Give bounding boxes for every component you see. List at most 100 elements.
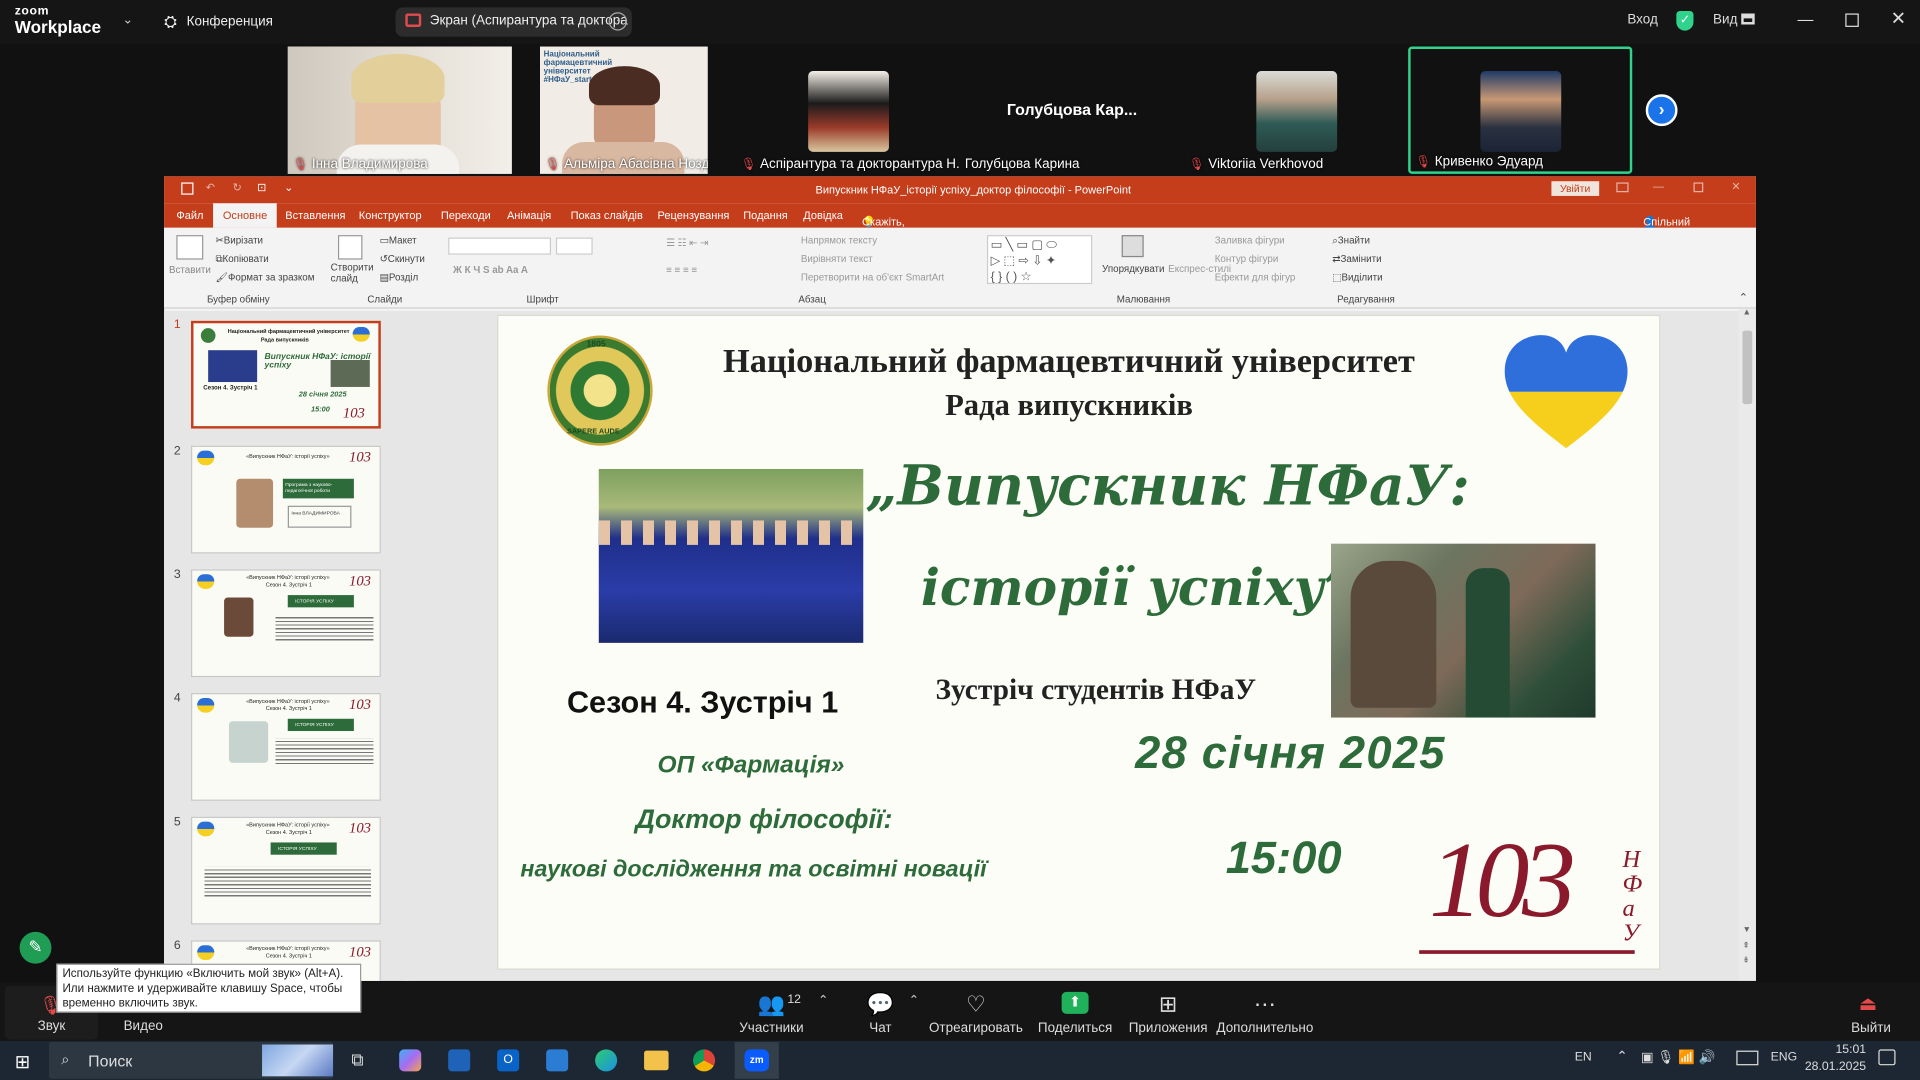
slide-thumbnail-1[interactable]: Національний фармацевтичний університет … [191, 320, 381, 429]
view-button[interactable]: Вид [1713, 12, 1737, 27]
shape-effects-button[interactable]: Ефекти для фігур [1215, 272, 1296, 283]
scroll-up-icon[interactable]: ▲ [1742, 309, 1750, 318]
login-button[interactable]: Вход [1627, 12, 1657, 27]
close-icon[interactable]: ✕ [1891, 7, 1906, 30]
ppt-minimize-icon[interactable]: — [1653, 180, 1664, 192]
vertical-scrollbar[interactable]: ▲ ▼ ⇞ ⇟ [1738, 308, 1756, 981]
file-explorer-icon[interactable] [644, 1050, 669, 1071]
react-button[interactable]: Отреагировать [921, 1021, 1031, 1036]
video-button[interactable]: Видео [88, 1019, 198, 1034]
font-size-box[interactable] [555, 237, 593, 255]
select-button[interactable]: ⬚ Виділити [1332, 272, 1382, 283]
scroll-thumb[interactable] [1742, 330, 1753, 405]
tab-home[interactable]: Основне [213, 203, 278, 228]
format-painter-button[interactable]: 🖌 Формат за зразком [216, 272, 315, 283]
minimize-icon[interactable]: — [1798, 10, 1814, 28]
next-page-arrow-icon[interactable]: › [1645, 94, 1678, 127]
tab-design[interactable]: Конструктор [359, 209, 422, 221]
save-icon[interactable] [181, 182, 194, 195]
new-slide-button[interactable]: Створити слайд [331, 262, 374, 284]
apps-button[interactable]: Приложения [1113, 1021, 1223, 1036]
reset-button[interactable]: ↺ Скинути [380, 253, 425, 264]
copilot-icon[interactable] [399, 1049, 422, 1072]
tab-transitions[interactable]: Переходи [441, 209, 491, 221]
participants-button[interactable]: Участники [716, 1021, 826, 1036]
signin-button[interactable]: Увійти [1551, 181, 1599, 196]
tab-view[interactable]: Подання [743, 209, 788, 221]
outlook-icon[interactable]: O [497, 1049, 520, 1072]
chevron-down-icon[interactable]: ⌄ [122, 13, 132, 26]
participant-tile[interactable]: Голубцова Кар... Голубцова Карина [960, 46, 1185, 174]
align-buttons[interactable]: ≡ ≡ ≡ ≡ [666, 264, 697, 275]
language-indicator[interactable]: EN [1575, 1051, 1592, 1064]
replace-button[interactable]: ⇄ Замінити [1332, 253, 1381, 264]
paste-icon[interactable] [176, 235, 204, 260]
smartart-button[interactable]: Перетворити на об'єкт SmartArt [801, 272, 944, 283]
participant-tile[interactable]: 🎙 Аспірантура та докторантура Н... [735, 46, 961, 174]
redo-icon[interactable]: ↻ [233, 181, 242, 194]
text-direction-button[interactable]: Напрямок тексту [801, 235, 877, 246]
tab-help[interactable]: Довідка [803, 209, 843, 221]
screen-share-indicator[interactable]: Экран (Аспирантура та доктора [395, 7, 632, 37]
scroll-down-icon[interactable]: ▼ [1742, 926, 1750, 935]
slide-thumbnail-4[interactable]: «Випускник НФаУ: історії успіху» Сезон 4… [191, 693, 381, 801]
tab-review[interactable]: Рецензування [658, 209, 730, 221]
security-shield-icon[interactable]: ✓ [1676, 11, 1694, 31]
notifications-icon[interactable] [1878, 1049, 1896, 1066]
list-buttons[interactable]: ☰ ☷ ⇤ ⇥ [666, 238, 708, 249]
shape-outline-button[interactable]: Контур фігури [1215, 253, 1279, 264]
store-icon[interactable] [448, 1049, 471, 1072]
align-text-button[interactable]: Вирівняти текст [801, 253, 873, 264]
teams-icon[interactable] [546, 1049, 569, 1072]
new-slide-icon[interactable] [337, 235, 363, 260]
keyboard-icon[interactable] [1736, 1050, 1759, 1066]
paste-button[interactable]: Вставити [169, 264, 211, 275]
section-button[interactable]: ▤ Розділ [380, 272, 419, 283]
ppt-close-icon[interactable]: ✕ [1731, 180, 1740, 193]
collapse-ribbon-icon[interactable]: ⌃ [1739, 291, 1748, 304]
current-slide[interactable]: 1805 SAPERE AUDE Національний фармацевти… [497, 314, 1661, 970]
next-slide-icon[interactable]: ⇟ [1742, 955, 1749, 965]
windows-start-icon[interactable]: ⊞ [15, 1051, 30, 1073]
chat-caret-icon[interactable]: ⌃ [909, 994, 919, 1007]
chat-button[interactable]: Чат [825, 1021, 935, 1036]
clock-date[interactable]: 28.01.2025 [1793, 1060, 1866, 1073]
more-button[interactable]: Дополнительно [1210, 1021, 1320, 1036]
more-icon[interactable]: ··· [608, 12, 627, 31]
ppt-restore-icon[interactable] [1693, 182, 1704, 193]
tab-insert[interactable]: Вставлення [285, 209, 345, 221]
participant-tile[interactable]: Національний фармацевтичний університет #… [540, 46, 708, 174]
clock-time[interactable]: 15:01 [1805, 1043, 1866, 1056]
copy-button[interactable]: ⧉ Копіювати [216, 253, 269, 265]
shape-fill-button[interactable]: Заливка фігури [1215, 235, 1285, 246]
tray-apps-icon[interactable]: ▣ 🎙 📶 🔊 [1641, 1049, 1716, 1066]
tab-animations[interactable]: Анімація [507, 209, 551, 221]
participant-tile-active[interactable]: 🎙 Кривенко Эдуард [1408, 46, 1633, 174]
restore-icon[interactable] [1845, 13, 1859, 27]
font-name-box[interactable] [448, 237, 552, 255]
font-style-buttons[interactable]: Ж К Ч S ab Aa A [453, 264, 528, 275]
annotation-pen-icon[interactable]: ✎ [19, 931, 52, 964]
chrome-icon[interactable] [693, 1049, 716, 1072]
slide-thumbnail-3[interactable]: «Випускник НФаУ: історії успіху» Сезон 4… [191, 569, 381, 678]
slide-thumbnail-2[interactable]: «Випускник НФаУ: історії успіху» 103 Про… [191, 445, 381, 554]
conference-info-button[interactable]: ⛭ Конференция [164, 12, 273, 32]
ribbon-display-icon[interactable] [1616, 182, 1629, 193]
tab-slideshow[interactable]: Показ слайдів [571, 209, 643, 221]
customize-toolbar-icon[interactable]: ⌄ [284, 181, 293, 194]
taskbar-search-box[interactable]: ⌕ Поиск [48, 1042, 334, 1079]
prev-slide-icon[interactable]: ⇞ [1742, 940, 1749, 951]
cut-button[interactable]: ✂ Вирізати [216, 235, 264, 246]
slide-thumbnail-5[interactable]: «Випускник НФаУ: історії успіху» Сезон 4… [191, 816, 381, 925]
arrange-button[interactable]: Упорядкувати [1102, 263, 1164, 274]
edge-icon[interactable] [595, 1049, 618, 1072]
arrange-icon[interactable] [1121, 235, 1144, 258]
undo-icon[interactable]: ↶ [206, 181, 215, 194]
shapes-gallery[interactable]: ▭ ╲ ▭ ▢ ⬭ ▷ ⬚ ⇨ ⇩ ✦{ } ( ) ☆ [986, 235, 1093, 285]
participant-tile[interactable]: 🎙 Інна Владимирова [287, 46, 512, 174]
layout-button[interactable]: ▭ Макет [380, 235, 417, 246]
slideshow-icon[interactable]: ⊡ [257, 181, 266, 194]
leave-button[interactable]: Выйти [1837, 1021, 1906, 1036]
task-view-icon[interactable]: ⧉ [351, 1049, 363, 1070]
participant-tile[interactable]: 🎙 Viktoriia Verkhovod [1184, 46, 1409, 174]
